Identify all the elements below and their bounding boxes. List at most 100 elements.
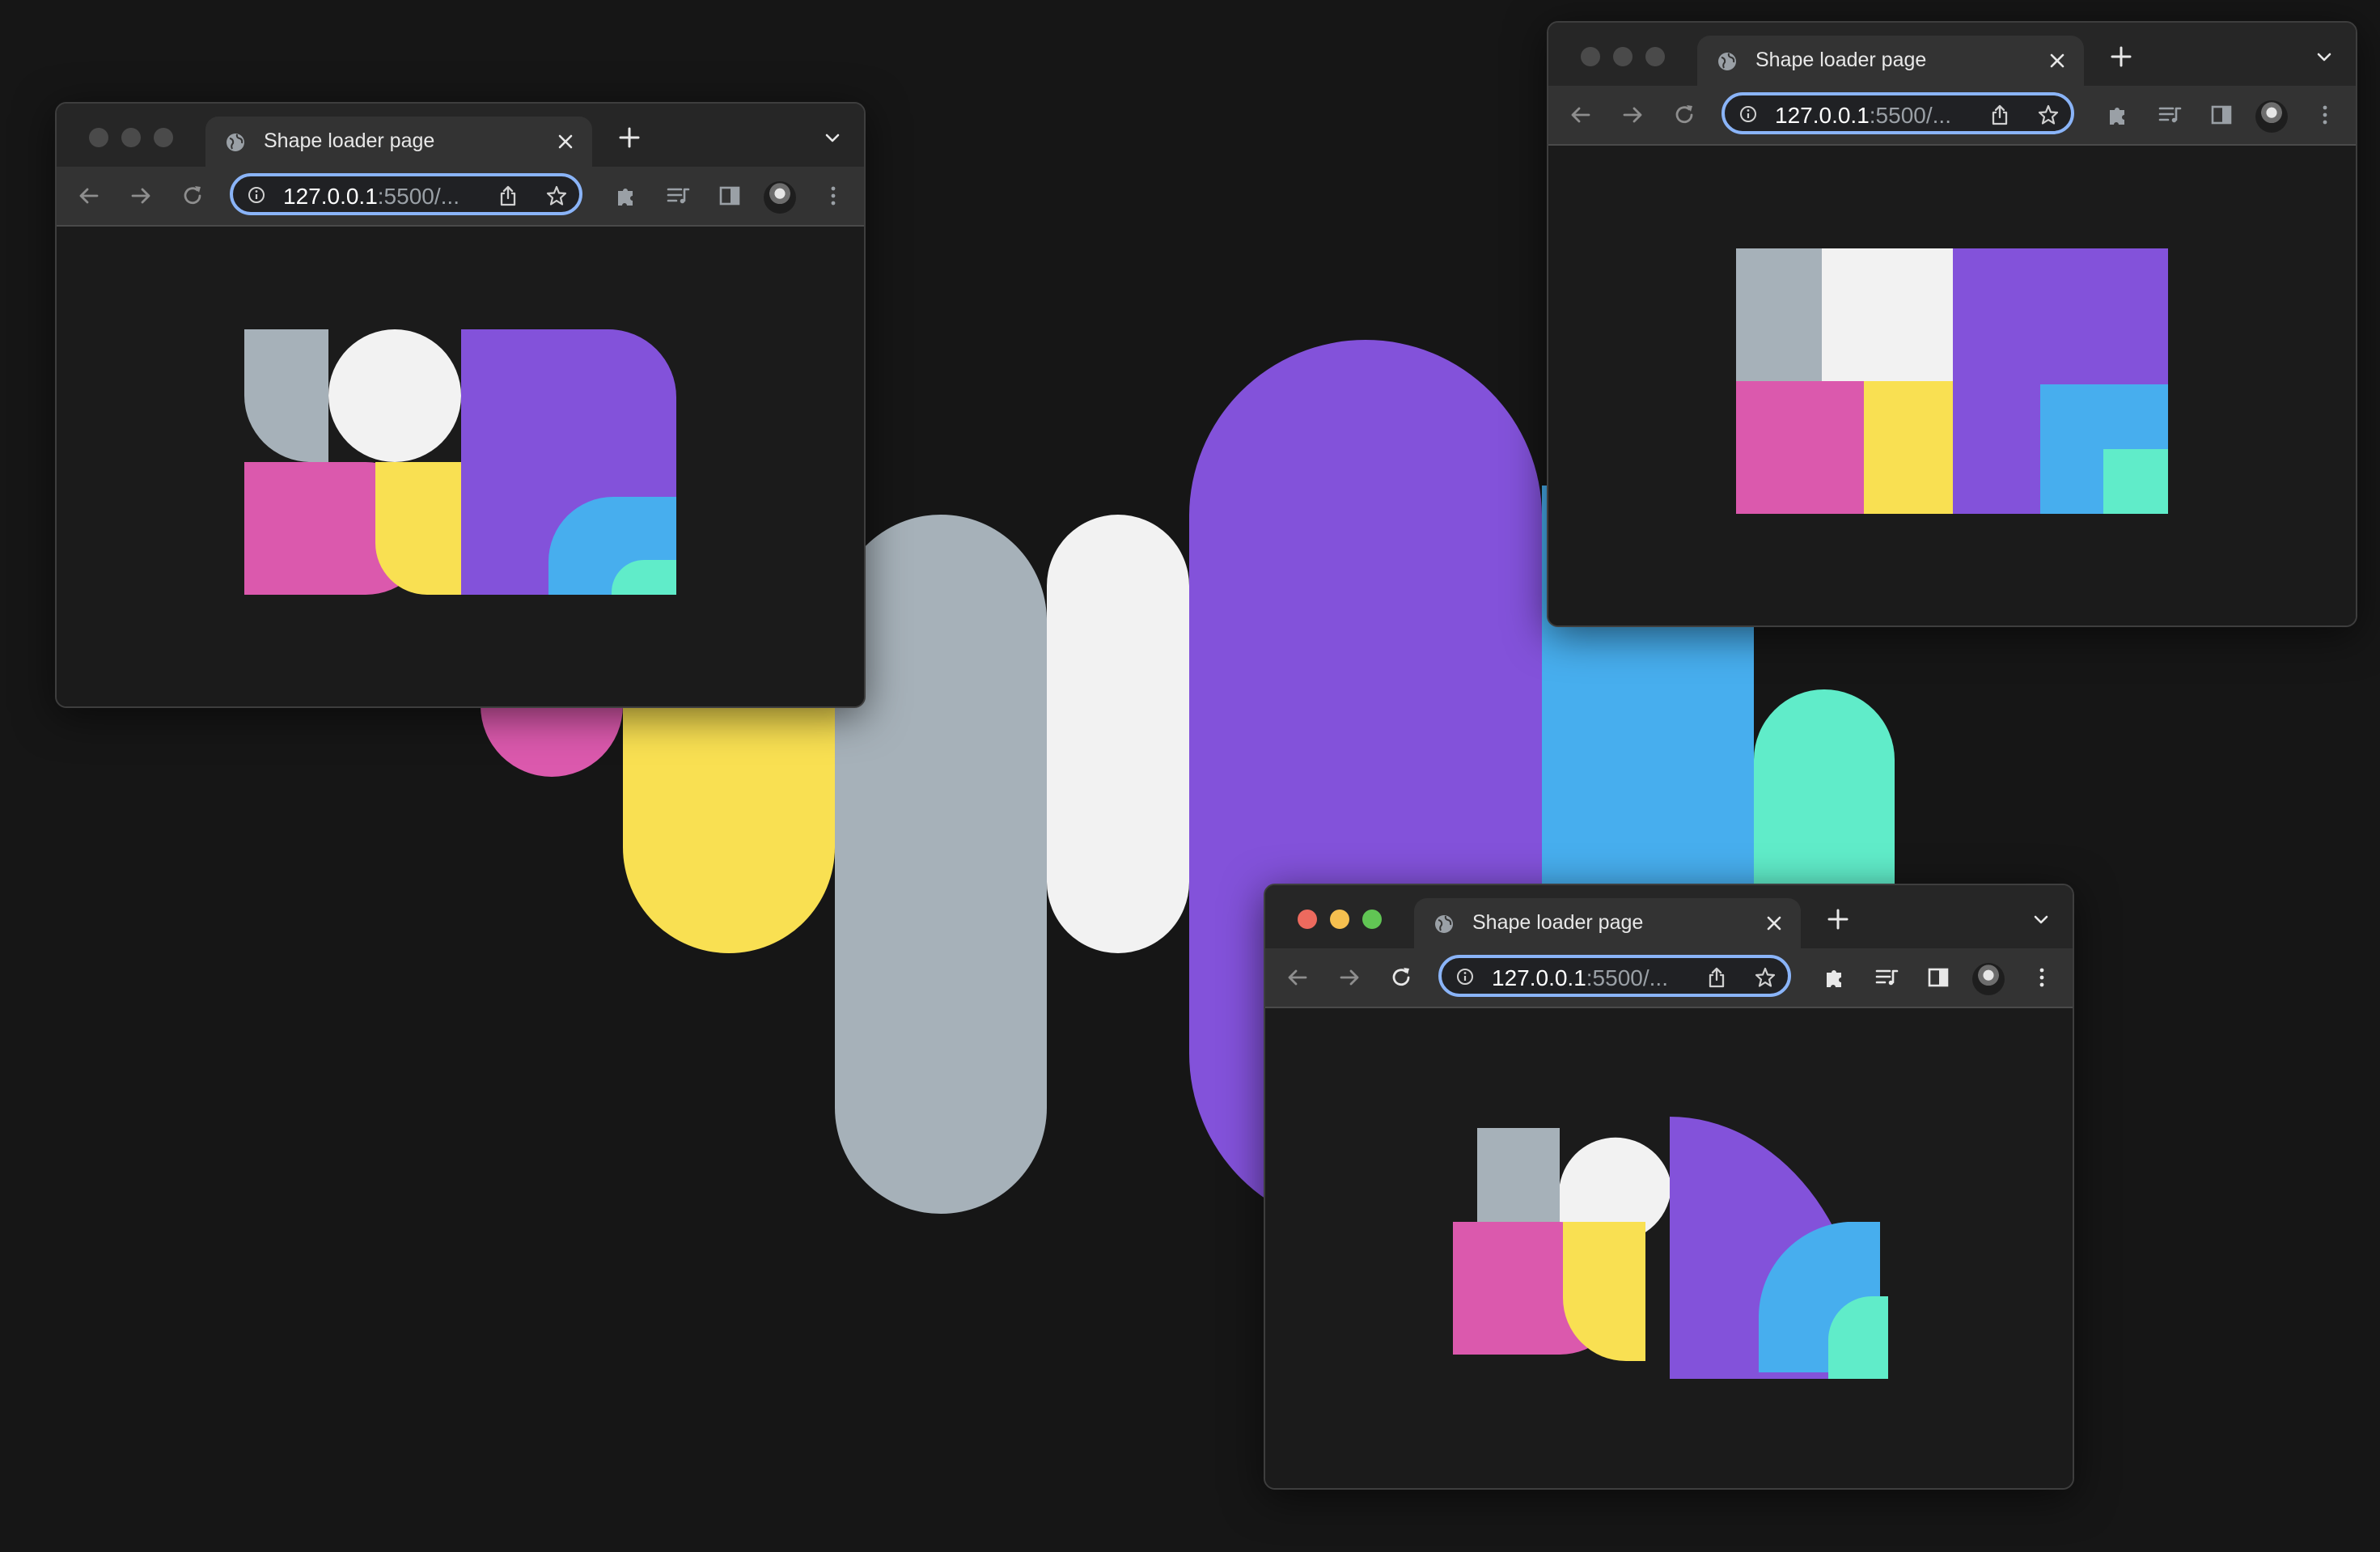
globe-icon [227, 134, 244, 151]
address-bar[interactable]: 127.0.0.1:5500/... [1438, 955, 1791, 997]
minimize-window-button[interactable] [1613, 47, 1633, 66]
back-arrow-icon[interactable] [76, 183, 102, 209]
profile-avatar[interactable] [2255, 100, 2288, 133]
zoom-window-button[interactable] [1645, 47, 1665, 66]
rounded-shapes-grid [244, 329, 676, 595]
page-viewport [57, 227, 864, 706]
forward-arrow-icon[interactable] [1336, 965, 1362, 990]
shape-gray [244, 329, 328, 462]
new-tab-icon[interactable] [2110, 45, 2132, 68]
info-icon[interactable] [248, 186, 265, 204]
forward-arrow-icon[interactable] [1620, 102, 1645, 128]
shape-yellow [375, 462, 461, 595]
window-controls [89, 128, 173, 147]
close-tab-icon[interactable] [557, 133, 574, 151]
url-text: 127.0.0.1:5500/... [1492, 965, 1668, 991]
extensions-puzzle-icon[interactable] [2105, 102, 2131, 128]
bookmark-star-icon[interactable] [545, 184, 568, 207]
address-bar[interactable]: 127.0.0.1:5500/... [230, 173, 582, 215]
tab-strip: Shape loader page [57, 104, 864, 167]
close-tab-icon[interactable] [1765, 914, 1783, 932]
url-path: :5500/... [1586, 965, 1668, 990]
more-menu-icon[interactable] [820, 183, 846, 209]
side-panel-icon[interactable] [717, 183, 743, 209]
tab-search-chevron-icon[interactable] [2032, 911, 2050, 929]
back-arrow-icon[interactable] [1285, 965, 1311, 990]
animating-shapes-grid [1453, 1117, 1888, 1379]
shape-gray [1736, 248, 1822, 381]
browser-tab[interactable]: Shape loader page [1697, 36, 2084, 86]
shape-yellow [1864, 381, 1953, 514]
browser-window-1: Shape loader page 127.0.0.1:5500/... [55, 102, 866, 708]
tab-search-chevron-icon[interactable] [2315, 49, 2333, 66]
url-host: 127.0.0.1 [1492, 965, 1586, 990]
url-text: 127.0.0.1:5500/... [283, 184, 459, 210]
browser-tab[interactable]: Shape loader page [1414, 898, 1801, 948]
window-controls [1581, 47, 1665, 66]
shape-teal [2103, 449, 2168, 514]
bg-white-pill [1047, 515, 1189, 953]
globe-icon [1718, 53, 1736, 70]
more-menu-icon[interactable] [2312, 102, 2338, 128]
url-path: :5500/... [1869, 103, 1951, 128]
bg-gray-pill [835, 515, 1047, 1214]
reload-icon[interactable] [1388, 965, 1414, 990]
url-text: 127.0.0.1:5500/... [1775, 103, 1951, 129]
extensions-puzzle-icon[interactable] [1822, 965, 1848, 990]
more-menu-icon[interactable] [2029, 965, 2055, 990]
info-icon[interactable] [1739, 105, 1757, 123]
close-tab-icon[interactable] [2048, 52, 2066, 70]
globe-icon [1435, 915, 1453, 933]
page-viewport [1548, 146, 2356, 625]
square-shapes-grid [1736, 248, 2168, 514]
tab-strip: Shape loader page [1265, 885, 2073, 948]
share-icon[interactable] [1705, 966, 1728, 989]
reading-list-icon[interactable] [665, 183, 691, 209]
browser-window-3: Shape loader page 127.0.0.1:5500/... [1264, 884, 2074, 1490]
profile-avatar[interactable] [1972, 963, 2005, 995]
back-arrow-icon[interactable] [1568, 102, 1594, 128]
minimize-window-button[interactable] [121, 128, 141, 147]
bookmark-star-icon[interactable] [1754, 966, 1777, 989]
reload-icon[interactable] [1671, 102, 1697, 128]
forward-arrow-icon[interactable] [128, 183, 154, 209]
close-window-button[interactable] [89, 128, 108, 147]
reload-icon[interactable] [180, 183, 205, 209]
reading-list-icon[interactable] [2157, 102, 2183, 128]
tab-title: Shape loader page [1755, 49, 1927, 71]
zoom-window-button[interactable] [154, 128, 173, 147]
close-window-button[interactable] [1581, 47, 1600, 66]
browser-tab[interactable]: Shape loader page [205, 117, 592, 167]
shape-white-circle [328, 329, 461, 462]
shape-pink [1736, 381, 1864, 514]
bookmark-star-icon[interactable] [2037, 104, 2060, 126]
new-tab-icon[interactable] [618, 126, 641, 149]
side-panel-icon[interactable] [2208, 102, 2234, 128]
tab-search-chevron-icon[interactable] [824, 129, 841, 147]
toolbar: 127.0.0.1:5500/... [57, 167, 864, 227]
toolbar: 127.0.0.1:5500/... [1265, 948, 2073, 1008]
window-controls [1298, 910, 1382, 929]
share-icon[interactable] [1988, 104, 2011, 126]
new-tab-icon[interactable] [1827, 908, 1849, 931]
tab-strip: Shape loader page [1548, 23, 2356, 86]
shape-white [1822, 248, 1953, 381]
tab-title: Shape loader page [264, 129, 435, 152]
url-path: :5500/... [377, 184, 459, 209]
zoom-window-button[interactable] [1362, 910, 1382, 929]
url-host: 127.0.0.1 [283, 184, 378, 209]
side-panel-icon[interactable] [1925, 965, 1951, 990]
minimize-window-button[interactable] [1330, 910, 1349, 929]
extensions-puzzle-icon[interactable] [613, 183, 639, 209]
profile-avatar[interactable] [764, 181, 796, 214]
share-icon[interactable] [497, 184, 519, 207]
url-host: 127.0.0.1 [1775, 103, 1870, 128]
browser-window-2: Shape loader page 127.0.0.1:5500/... [1547, 21, 2357, 627]
close-window-button[interactable] [1298, 910, 1317, 929]
address-bar[interactable]: 127.0.0.1:5500/... [1721, 92, 2074, 134]
tab-title: Shape loader page [1472, 911, 1644, 934]
reading-list-icon[interactable] [1874, 965, 1899, 990]
toolbar: 127.0.0.1:5500/... [1548, 86, 2356, 146]
info-icon[interactable] [1456, 968, 1474, 986]
page-viewport [1265, 1008, 2073, 1488]
